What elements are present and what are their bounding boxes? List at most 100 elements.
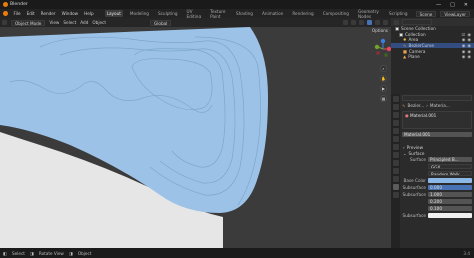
subsurface-color-swatch[interactable] xyxy=(428,212,472,219)
overlay-toggle-icon[interactable] xyxy=(343,20,348,25)
editor-type-icon[interactable] xyxy=(2,20,7,25)
breadcrumb-material: Materia... xyxy=(429,103,450,108)
outliner-item-label: Area xyxy=(408,37,419,43)
camera-restrict-icon[interactable]: ◉ xyxy=(467,49,471,54)
close-button[interactable]: ✕ xyxy=(464,2,468,8)
blender-menu-icon[interactable] xyxy=(3,11,8,16)
tab-shading[interactable]: Shading xyxy=(234,10,255,17)
object-tab-icon[interactable] xyxy=(392,144,399,150)
eye-icon[interactable]: ◉ xyxy=(462,43,466,48)
shading-solid-icon[interactable] xyxy=(367,20,372,25)
shading-material-icon[interactable] xyxy=(375,20,380,25)
menu-file[interactable]: File xyxy=(14,11,21,16)
menu-edit[interactable]: Edit xyxy=(27,11,35,16)
texture-tab-icon[interactable] xyxy=(392,192,399,198)
visibility-toggles: ◉ ◉ xyxy=(462,54,474,59)
outliner-filter-dropdown[interactable] xyxy=(402,19,432,25)
gizmo-z-icon[interactable] xyxy=(380,38,386,44)
scene-tab-icon[interactable] xyxy=(392,128,399,134)
version-label: 3.4 xyxy=(463,250,470,256)
subsurface-radius-x-field[interactable]: 1.000 xyxy=(428,191,472,198)
minimize-button[interactable]: — xyxy=(436,2,441,8)
constraints-tab-icon[interactable] xyxy=(392,168,399,174)
gizmo-y-icon[interactable] xyxy=(374,44,380,50)
properties-panel: ∿ Bezier... › Materia... ● Material.001 … xyxy=(391,94,474,248)
properties-body: ∿ Bezier... › Materia... ● Material.001 … xyxy=(400,94,474,248)
visibility-toggles: ◉ ◉ xyxy=(462,43,474,48)
options-dropdown[interactable]: Options xyxy=(372,28,388,33)
pan-hand-icon[interactable]: ✋ xyxy=(380,75,387,82)
maximize-button[interactable]: □ xyxy=(450,2,455,8)
outliner-item[interactable]: ■ Camera ◉ ◉ xyxy=(391,48,474,54)
outliner-item[interactable]: ▲ Plane ◉ ◉ xyxy=(391,54,474,60)
outliner-item-label: Scene Collection xyxy=(400,26,436,32)
distribution-dropdown[interactable]: GGX xyxy=(428,163,472,170)
subsurface-radius-z-field[interactable]: 0.100 xyxy=(428,205,472,212)
surface-shader-field[interactable]: Principled B... xyxy=(428,156,472,163)
add-menu[interactable]: Add xyxy=(80,20,88,25)
tab-animation[interactable]: Animation xyxy=(260,10,285,17)
properties-search-input[interactable] xyxy=(402,95,472,101)
tool-tab-icon[interactable] xyxy=(392,96,399,102)
property-label: Subsurface xyxy=(402,192,426,197)
modifier-tab-icon[interactable] xyxy=(392,152,399,158)
render-tab-icon[interactable] xyxy=(392,104,399,110)
mode-dropdown[interactable]: Object Mode xyxy=(11,19,46,26)
outliner-item-selected[interactable]: ∿ BezierCurve ◉ ◉ xyxy=(391,42,474,49)
viewport-header: Object Mode View Select Add Object Globa… xyxy=(0,18,391,27)
xray-toggle-icon[interactable] xyxy=(351,20,356,25)
tab-layout[interactable]: Layout xyxy=(104,10,123,17)
select-menu[interactable]: Select xyxy=(63,20,76,25)
camera-view-icon[interactable]: ▶ xyxy=(380,85,387,92)
view-menu[interactable]: View xyxy=(49,20,59,25)
property-row: GGX xyxy=(400,163,474,170)
material-slot[interactable]: ● Material.001 xyxy=(402,111,472,129)
camera-restrict-icon[interactable]: ◉ xyxy=(467,54,471,59)
menu-help[interactable]: Help xyxy=(84,11,94,16)
transform-orientation-dropdown[interactable]: Global xyxy=(150,19,172,26)
perspective-grid-icon[interactable]: ▦ xyxy=(380,95,387,102)
scene-field[interactable]: Scene xyxy=(415,10,437,17)
view-layer-field[interactable]: ViewLayer xyxy=(440,10,470,17)
eye-icon[interactable]: ◉ xyxy=(462,49,466,54)
subsurface-method-dropdown[interactable]: Random Walk xyxy=(428,170,472,177)
shading-wireframe-icon[interactable] xyxy=(359,20,364,25)
output-tab-icon[interactable] xyxy=(392,112,399,118)
gizmo-neg-y-icon[interactable] xyxy=(384,53,388,57)
eye-icon[interactable]: ◉ xyxy=(462,54,466,59)
tab-modeling[interactable]: Modeling xyxy=(128,10,151,17)
camera-restrict-icon[interactable]: ◉ xyxy=(467,43,471,48)
tab-scripting[interactable]: Scripting xyxy=(387,10,410,17)
subsurface-field[interactable]: 0.000 xyxy=(428,184,472,191)
surface-section-label: Surface xyxy=(408,150,425,156)
shading-rendered-icon[interactable] xyxy=(383,20,388,25)
data-tab-icon[interactable] xyxy=(392,176,399,182)
camera-restrict-icon[interactable]: ◉ xyxy=(467,37,471,42)
eye-icon[interactable]: ◉ xyxy=(462,37,466,42)
zoom-icon[interactable]: ⌕ xyxy=(380,65,387,72)
subsurface-radius-y-field[interactable]: 0.200 xyxy=(428,198,472,205)
outliner-item[interactable]: ▣ Scene Collection xyxy=(391,26,474,32)
tab-rendering[interactable]: Rendering xyxy=(290,10,315,17)
gizmo-neg-x-icon[interactable] xyxy=(376,51,380,55)
camera-restrict-icon[interactable]: ◉ xyxy=(467,32,471,37)
checkbox-icon[interactable]: ☑ xyxy=(462,32,466,37)
menu-render[interactable]: Render xyxy=(41,11,56,16)
base-color-swatch[interactable] xyxy=(428,177,472,184)
physics-tab-icon[interactable] xyxy=(392,160,399,166)
outliner-item-label: Camera xyxy=(408,48,426,54)
material-name-field[interactable]: Material.001 xyxy=(402,131,472,138)
properties-tabs xyxy=(391,94,400,248)
tab-compositing[interactable]: Compositing xyxy=(321,10,351,17)
collection-icon: ▣ xyxy=(395,26,399,32)
outliner-item[interactable]: ✹ Area ◉ ◉ xyxy=(391,37,474,43)
material-tab-icon[interactable] xyxy=(392,184,399,190)
object-menu[interactable]: Object xyxy=(92,20,106,25)
world-tab-icon[interactable] xyxy=(392,136,399,142)
view-layer-tab-icon[interactable] xyxy=(392,120,399,126)
outliner-editor-icon[interactable] xyxy=(394,19,399,25)
navigation-buttons: ⌕ ✋ ▶ ▦ xyxy=(380,65,387,102)
3d-viewport[interactable]: Options ⌕ ✋ ▶ ▦ xyxy=(0,27,391,248)
tab-sculpting[interactable]: Sculpting xyxy=(156,10,180,17)
menu-window[interactable]: Window xyxy=(62,11,79,16)
